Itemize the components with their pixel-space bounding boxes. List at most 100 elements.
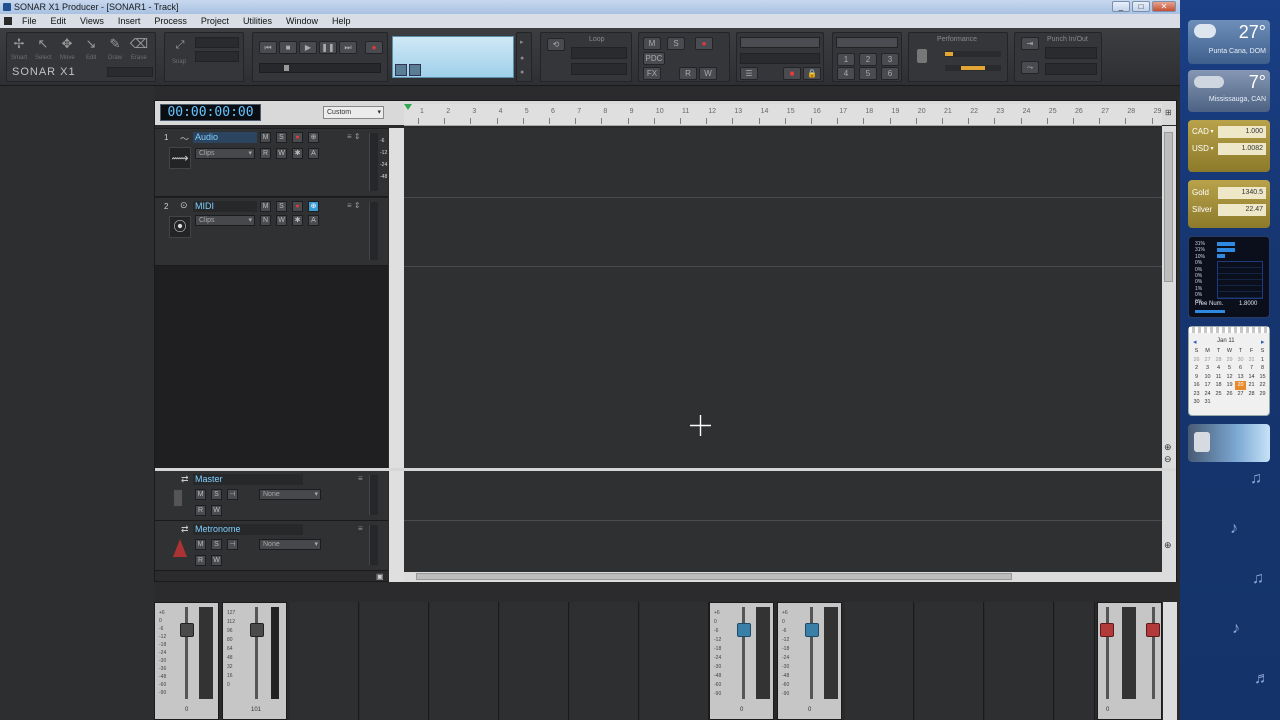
bus-zoom-in-icon[interactable]: ⊕ bbox=[1164, 540, 1172, 551]
time-display[interactable]: 00:00:00:00 bbox=[160, 104, 261, 121]
calendar-date[interactable]: 15 bbox=[1257, 373, 1268, 382]
read-automation-button[interactable]: R bbox=[195, 555, 206, 566]
phase-button[interactable]: ⊣ bbox=[227, 489, 238, 500]
volume-fader-right[interactable] bbox=[1146, 623, 1160, 637]
marker-field[interactable] bbox=[740, 53, 820, 64]
mute-button[interactable]: M bbox=[260, 201, 271, 212]
write-automation-button[interactable]: W bbox=[211, 505, 222, 516]
timeline-ruler[interactable]: 1 2 3 4 5 6 7 8 9 10 11 12 13 14 15 16 17 18 19 20 21 22 23 24 2… bbox=[404, 104, 1162, 126]
calendar-date[interactable]: 6 bbox=[1235, 364, 1246, 373]
next-month-icon[interactable]: ▸ bbox=[1261, 338, 1265, 346]
calendar-date[interactable]: 10 bbox=[1202, 373, 1213, 382]
maximize-button[interactable]: □ bbox=[1132, 1, 1150, 12]
erase-tool-icon[interactable]: ⌫ bbox=[129, 35, 149, 53]
solo-button[interactable]: S bbox=[211, 539, 222, 550]
calendar-date[interactable]: 27 bbox=[1235, 390, 1246, 399]
archive-button[interactable]: A bbox=[308, 215, 319, 226]
lcd-arrow-icon[interactable]: ▸ bbox=[520, 38, 524, 46]
record-arm-button[interactable]: ● bbox=[292, 201, 303, 212]
calendar-date[interactable]: 18 bbox=[1213, 381, 1224, 390]
edit-tool-icon[interactable]: ↘ bbox=[81, 35, 101, 53]
bus-clips-pane[interactable] bbox=[404, 471, 1162, 572]
volume-fader[interactable] bbox=[250, 623, 264, 637]
bus-menu-icon[interactable]: ≡ bbox=[358, 524, 363, 533]
calendar-date[interactable]: 30 bbox=[1235, 356, 1246, 365]
lcd-icon-b[interactable] bbox=[409, 64, 421, 76]
calendar-date[interactable]: 27 bbox=[1202, 356, 1213, 365]
read-automation-button[interactable]: R bbox=[260, 148, 271, 159]
bus-master[interactable]: ⇄ Master ≡ M S ⊣ None ▾ R W bbox=[155, 471, 388, 521]
smart-tool-icon[interactable]: ✢ bbox=[9, 35, 29, 53]
lcd-icon-a[interactable] bbox=[395, 64, 407, 76]
calendar-date[interactable]: 25 bbox=[1213, 390, 1224, 399]
menu-window[interactable]: Window bbox=[279, 14, 325, 28]
zoom-out-icon[interactable]: ⊖ bbox=[1164, 454, 1172, 465]
bus-name[interactable]: Master bbox=[193, 474, 303, 485]
track-midi[interactable]: 2 ⊙ MIDI M S ● ⊕ ≡ ⇕ ⦿ Clips ▾ N W ✱ A 1… bbox=[155, 198, 397, 266]
calendar-date[interactable]: 28 bbox=[1213, 356, 1224, 365]
volume-fader[interactable] bbox=[180, 623, 194, 637]
calendar-date[interactable]: 5 bbox=[1224, 364, 1235, 373]
loop-end[interactable] bbox=[571, 63, 627, 75]
calendar-date[interactable]: 23 bbox=[1191, 390, 1202, 399]
weather-gadget-1[interactable]: 27° Punta Cana, DOM bbox=[1188, 20, 1270, 64]
punch-toggle-icon[interactable]: ⇥ bbox=[1021, 37, 1039, 50]
calendar-date[interactable]: 17 bbox=[1202, 381, 1213, 390]
calendar-date[interactable]: 8 bbox=[1257, 364, 1268, 373]
calendar-date[interactable]: 21 bbox=[1246, 381, 1257, 390]
lcd-dot-icon[interactable]: ● bbox=[520, 55, 524, 62]
currency-gadget[interactable]: CAD ▾ 1.000 USD ▾ 1.0082 bbox=[1188, 120, 1270, 172]
console-strip-audio[interactable]: +6 0 -6 -12 -18 -24 -30 -36 -48 -60 -90 0 bbox=[154, 602, 219, 720]
loop-start[interactable] bbox=[571, 47, 627, 59]
close-button[interactable]: ✕ bbox=[1152, 1, 1176, 12]
calendar-date[interactable]: 31 bbox=[1246, 356, 1257, 365]
punch-end[interactable] bbox=[1045, 63, 1097, 75]
calendar-date[interactable]: 3 bbox=[1202, 364, 1213, 373]
screenset-selector[interactable] bbox=[836, 37, 898, 48]
read-automation-button[interactable]: R bbox=[195, 505, 206, 516]
track-name[interactable]: Audio bbox=[193, 132, 257, 143]
calendar-date[interactable]: 30 bbox=[1191, 398, 1202, 407]
punch-start[interactable] bbox=[1045, 47, 1097, 59]
document-icon[interactable] bbox=[4, 17, 12, 25]
mix-m-button[interactable]: M bbox=[643, 37, 661, 50]
pause-icon[interactable]: ❚❚ bbox=[319, 41, 337, 54]
volume-fader-left[interactable] bbox=[1100, 623, 1114, 637]
pane-splitter[interactable] bbox=[389, 128, 404, 582]
console-strip-master[interactable]: +6 0 -6 -12 -18 -24 -30 -48 -60 -90 0 bbox=[709, 602, 774, 720]
menu-utilities[interactable]: Utilities bbox=[236, 14, 279, 28]
write-automation-button[interactable]: W bbox=[211, 555, 222, 566]
snap-resolution[interactable] bbox=[195, 37, 239, 48]
calendar-date[interactable]: 7 bbox=[1246, 364, 1257, 373]
mute-button[interactable]: M bbox=[195, 489, 206, 500]
mix-fx-button[interactable]: FX bbox=[643, 67, 661, 80]
calendar-date[interactable]: 9 bbox=[1191, 373, 1202, 382]
solo-button[interactable]: S bbox=[211, 489, 222, 500]
calendar-date[interactable]: 1 bbox=[1257, 356, 1268, 365]
rewind-icon[interactable]: ⏮ bbox=[259, 41, 277, 54]
archive-button[interactable]: A bbox=[308, 148, 319, 159]
play-icon[interactable]: ▶ bbox=[299, 41, 317, 54]
calendar-date[interactable]: 22 bbox=[1257, 381, 1268, 390]
record-arm-button[interactable]: ● bbox=[292, 132, 303, 143]
marker-lock-icon[interactable]: 🔒 bbox=[803, 67, 821, 80]
horizontal-scroll-thumb[interactable] bbox=[416, 573, 1012, 580]
freeze-button[interactable]: ✱ bbox=[292, 148, 303, 159]
output-dropdown[interactable]: None ▾ bbox=[259, 539, 321, 550]
weather-gadget-2[interactable]: 7° Mississauga, CAN bbox=[1188, 70, 1270, 112]
calendar-date[interactable]: 29 bbox=[1257, 390, 1268, 399]
calendar-date[interactable]: 16 bbox=[1191, 381, 1202, 390]
calendar-date[interactable]: 2 bbox=[1191, 364, 1202, 373]
freeze-button[interactable]: ✱ bbox=[292, 215, 303, 226]
input-echo-button[interactable]: ⊕ bbox=[308, 132, 319, 143]
position-slider-thumb[interactable] bbox=[284, 65, 289, 71]
calendar-date[interactable]: 12 bbox=[1224, 373, 1235, 382]
horizontal-scrollbar[interactable] bbox=[404, 572, 1162, 582]
menu-file[interactable]: File bbox=[15, 14, 44, 28]
ruler-options-icon[interactable]: ⊞ bbox=[1165, 108, 1172, 117]
lcd-dot2-icon[interactable]: ● bbox=[520, 69, 524, 76]
menu-insert[interactable]: Insert bbox=[111, 14, 148, 28]
tool-options[interactable] bbox=[107, 67, 153, 77]
write-automation-button[interactable]: W bbox=[276, 148, 287, 159]
read-automation-button[interactable]: N bbox=[260, 215, 271, 226]
